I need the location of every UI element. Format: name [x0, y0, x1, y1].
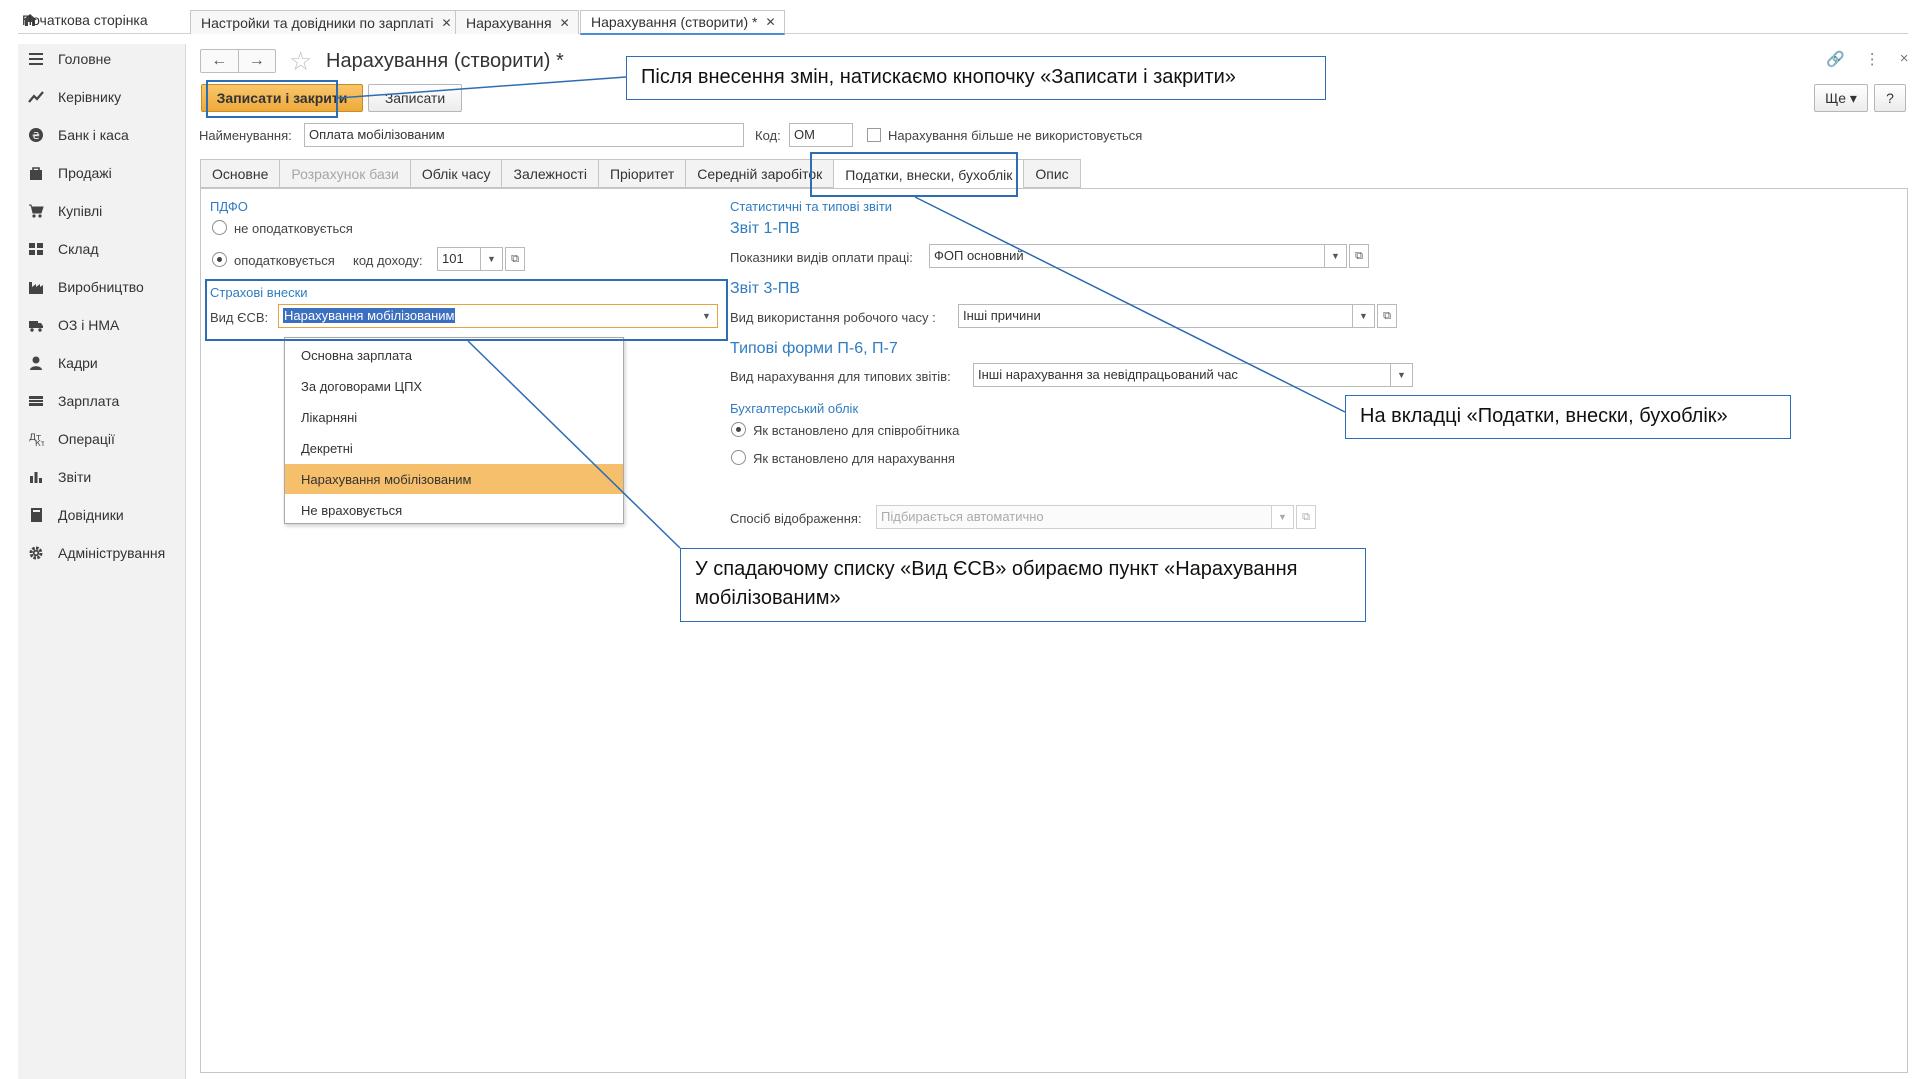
annotation-lines	[337, 76, 1346, 549]
callout-tab: На вкладці «Податки, внески, бухоблік»	[1345, 395, 1791, 439]
callout-save: Після внесення змін, натискаємо кнопочку…	[626, 56, 1326, 100]
callout-dropdown: У спадаючому списку «Вид ЄСВ» обираємо п…	[680, 548, 1366, 622]
